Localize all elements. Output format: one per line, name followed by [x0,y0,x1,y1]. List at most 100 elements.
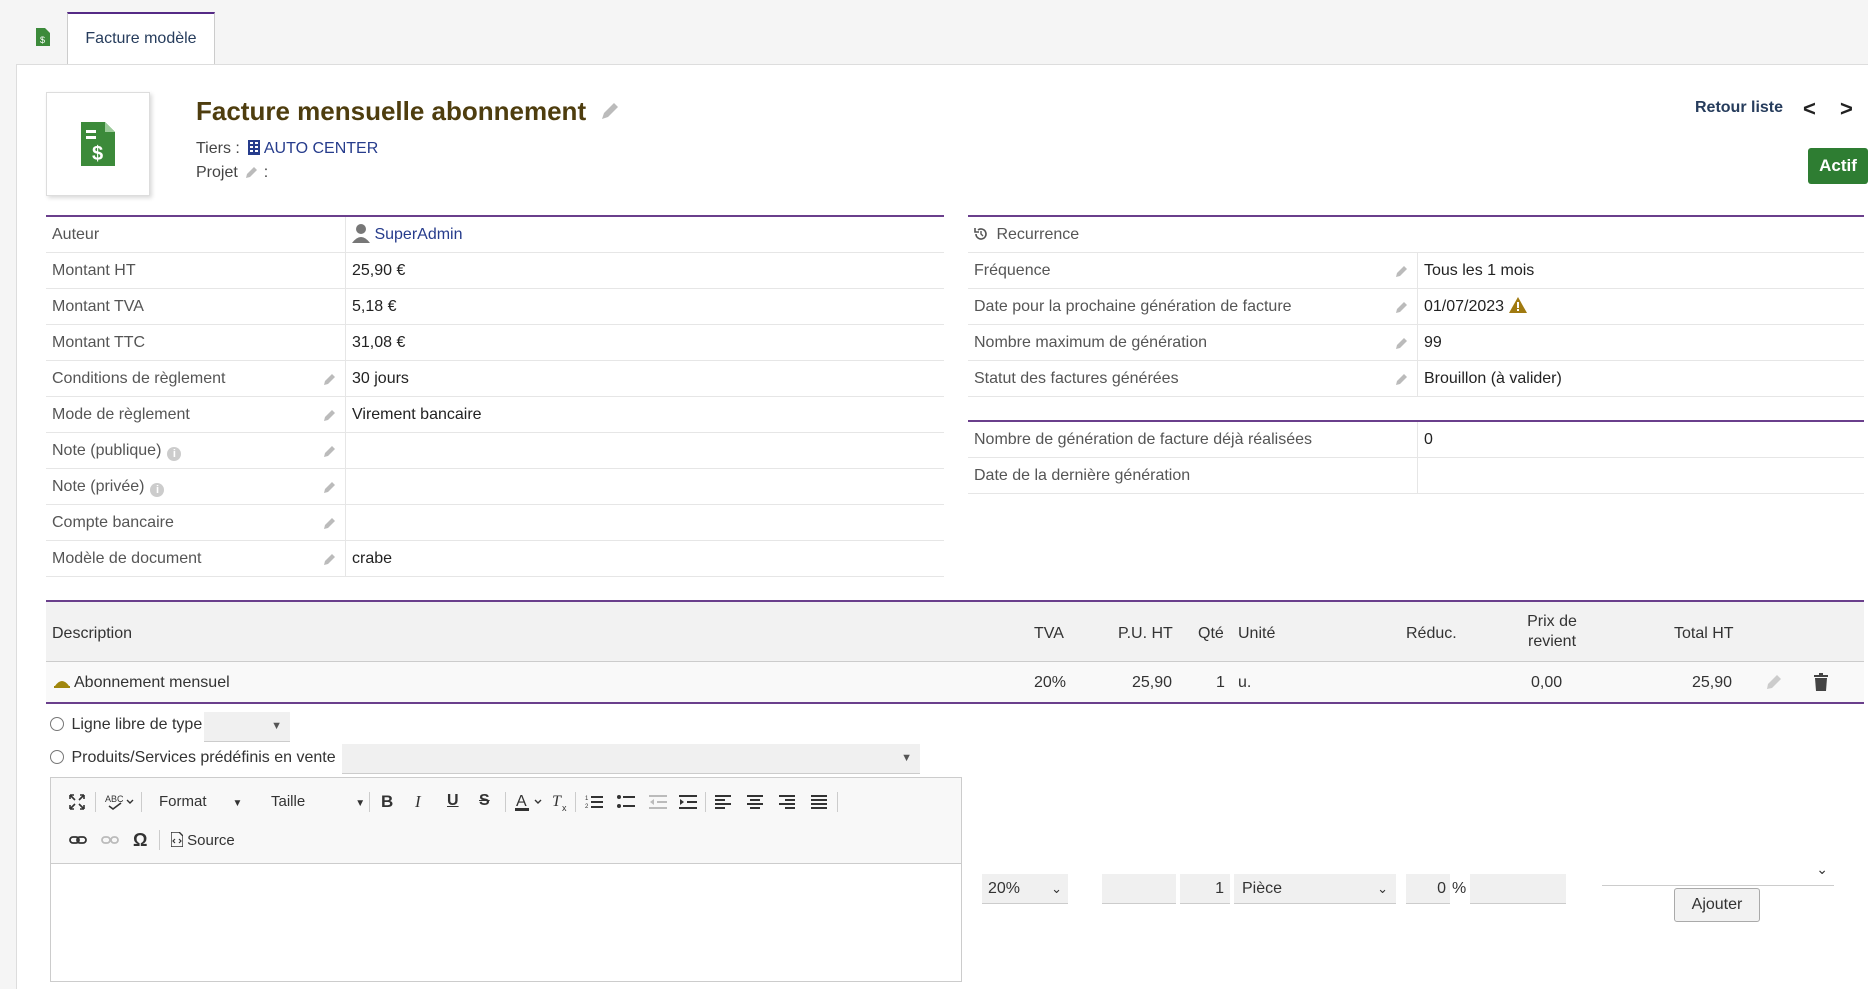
tab-facture-modele[interactable]: Facture modèle [67,12,215,65]
stats-row-count: Nombre de génération de facture déjà réa… [968,421,1864,458]
bold-button[interactable]: B [381,792,393,812]
line-cost: 0,00 [1531,674,1563,691]
tiers-label: Tiers : [196,140,240,157]
free-line-radio[interactable] [50,717,64,731]
edit-pencil-icon[interactable] [323,552,337,566]
spellcheck-icon[interactable]: ABC [105,792,135,810]
source-button[interactable]: Source [170,831,235,849]
back-to-list-link[interactable]: Retour liste [1695,99,1783,117]
edit-pencil-icon[interactable] [323,372,337,386]
format-dropdown[interactable]: Format ▼ [159,793,242,810]
field-label-text: Fréquence [974,261,1051,279]
next-record-button[interactable]: > [1840,96,1853,122]
chevron-down-icon: ⌄ [1051,881,1062,896]
maximize-icon[interactable] [69,794,85,810]
product-select[interactable]: ▼ [342,744,920,774]
svg-text:1: 1 [585,796,589,802]
add-line-button[interactable]: Ajouter [1674,888,1760,922]
edit-pencil-icon[interactable] [1395,336,1409,350]
col-cost: Prix de revient [1512,612,1592,652]
info-icon: i [167,446,182,461]
numbered-list-icon[interactable]: 12 [585,794,603,810]
predefined-radio[interactable] [50,750,64,764]
description-editor: ABC Format ▼ Taille ▼ B I U S A Tx 12 Ω So… [50,777,962,982]
indent-icon[interactable] [679,794,697,810]
editor-content[interactable] [51,864,961,981]
unlink-icon[interactable] [101,834,119,848]
page-title: Facture mensuelle abonnement [196,96,621,127]
field-label: Compte bancaire [46,504,346,541]
field-value [346,505,352,541]
justify-icon[interactable] [811,794,827,810]
option-free-line[interactable]: Ligne libre de type [50,716,202,734]
projet-label: Projet [196,164,238,181]
field-label: Conditions de règlement [46,360,346,397]
field-label: Date pour la prochaine génération de fac… [968,288,1418,325]
author-link[interactable]: SuperAdmin [374,226,462,243]
underline-button[interactable]: U [447,792,459,810]
col-pu-ht: P.U. HT [1118,625,1173,642]
size-dropdown[interactable]: Taille ▼ [271,793,365,810]
left-field-table: Auteur SuperAdmin Montant HT 25,90 € Mon… [46,215,944,577]
previous-record-button[interactable]: < [1803,96,1816,122]
toolbar-separator [369,792,370,812]
outdent-icon[interactable] [649,794,667,810]
special-char-button[interactable]: Ω [133,830,147,851]
col-description: Description [52,625,133,642]
edit-pencil-icon[interactable] [323,480,337,494]
italic-button[interactable]: I [415,792,421,812]
field-row-montant-ht: Montant HT 25,90 € [46,252,944,289]
delete-line-trash-icon[interactable] [1814,673,1828,691]
edit-pencil-icon[interactable] [323,516,337,530]
field-value: 0 [1424,430,1433,448]
toolbar-separator [95,792,96,812]
toolbar-separator [575,792,576,812]
field-label: Statut des factures générées [968,360,1418,397]
discount-input[interactable]: 0 [1406,874,1450,904]
field-value: Brouillon (à valider) [1424,369,1562,387]
field-value [346,433,352,469]
field-row-montant-ttc: Montant TTC 31,08 € [46,324,944,361]
edit-pencil-icon[interactable] [323,444,337,458]
edit-projet-pencil-icon[interactable] [245,165,259,179]
align-center-icon[interactable] [747,794,763,810]
cost-price-input[interactable] [1470,874,1566,904]
edit-pencil-icon[interactable] [1395,372,1409,386]
line-unit: u. [1238,674,1252,691]
chevron-down-icon: ▼ [355,798,366,809]
field-label: Auteur [46,216,346,253]
edit-title-pencil-icon[interactable] [599,100,621,122]
free-line-type-select[interactable]: ▼ [204,712,290,742]
field-label-text: Mode de règlement [52,405,190,423]
edit-pencil-icon[interactable] [1395,264,1409,278]
field-value: 01/07/2023 [1418,289,1527,325]
text-color-icon[interactable]: A [515,792,545,812]
recurrence-row-status: Statut des factures générées Brouillon (… [968,360,1864,397]
align-right-icon[interactable] [779,794,795,810]
align-left-icon[interactable] [715,794,731,810]
qty-input[interactable]: 1 [1180,874,1230,904]
edit-line-pencil-icon[interactable] [1766,674,1782,690]
col-unit: Unité [1238,625,1276,642]
line-total-ht: 25,90 [1692,674,1733,691]
chevron-down-icon: ⌄ [1377,881,1388,896]
chevron-down-icon: ▼ [901,752,912,764]
field-value: 99 [1424,333,1442,351]
link-icon[interactable] [69,834,87,846]
unit-select[interactable]: Pièce ⌄ [1234,874,1396,904]
toolbar-separator [159,830,160,850]
warning-icon [1508,296,1527,313]
strike-button[interactable]: S [479,792,490,810]
edit-pencil-icon[interactable] [1395,300,1409,314]
tiers-link[interactable]: AUTO CENTER [264,140,378,157]
field-value [346,469,352,505]
remove-format-icon[interactable]: Tx [551,792,571,812]
unit-price-input[interactable] [1102,874,1176,904]
field-label-text: Conditions de règlement [52,369,226,387]
option-predefined-product[interactable]: Produits/Services prédéfinis en vente [50,749,336,767]
edit-pencil-icon[interactable] [323,408,337,422]
bulleted-list-icon[interactable] [617,794,635,810]
toolbar-separator [141,792,142,812]
vat-select[interactable]: 20% ⌄ [982,874,1068,904]
extra-select[interactable]: ⌄ [1602,856,1834,886]
